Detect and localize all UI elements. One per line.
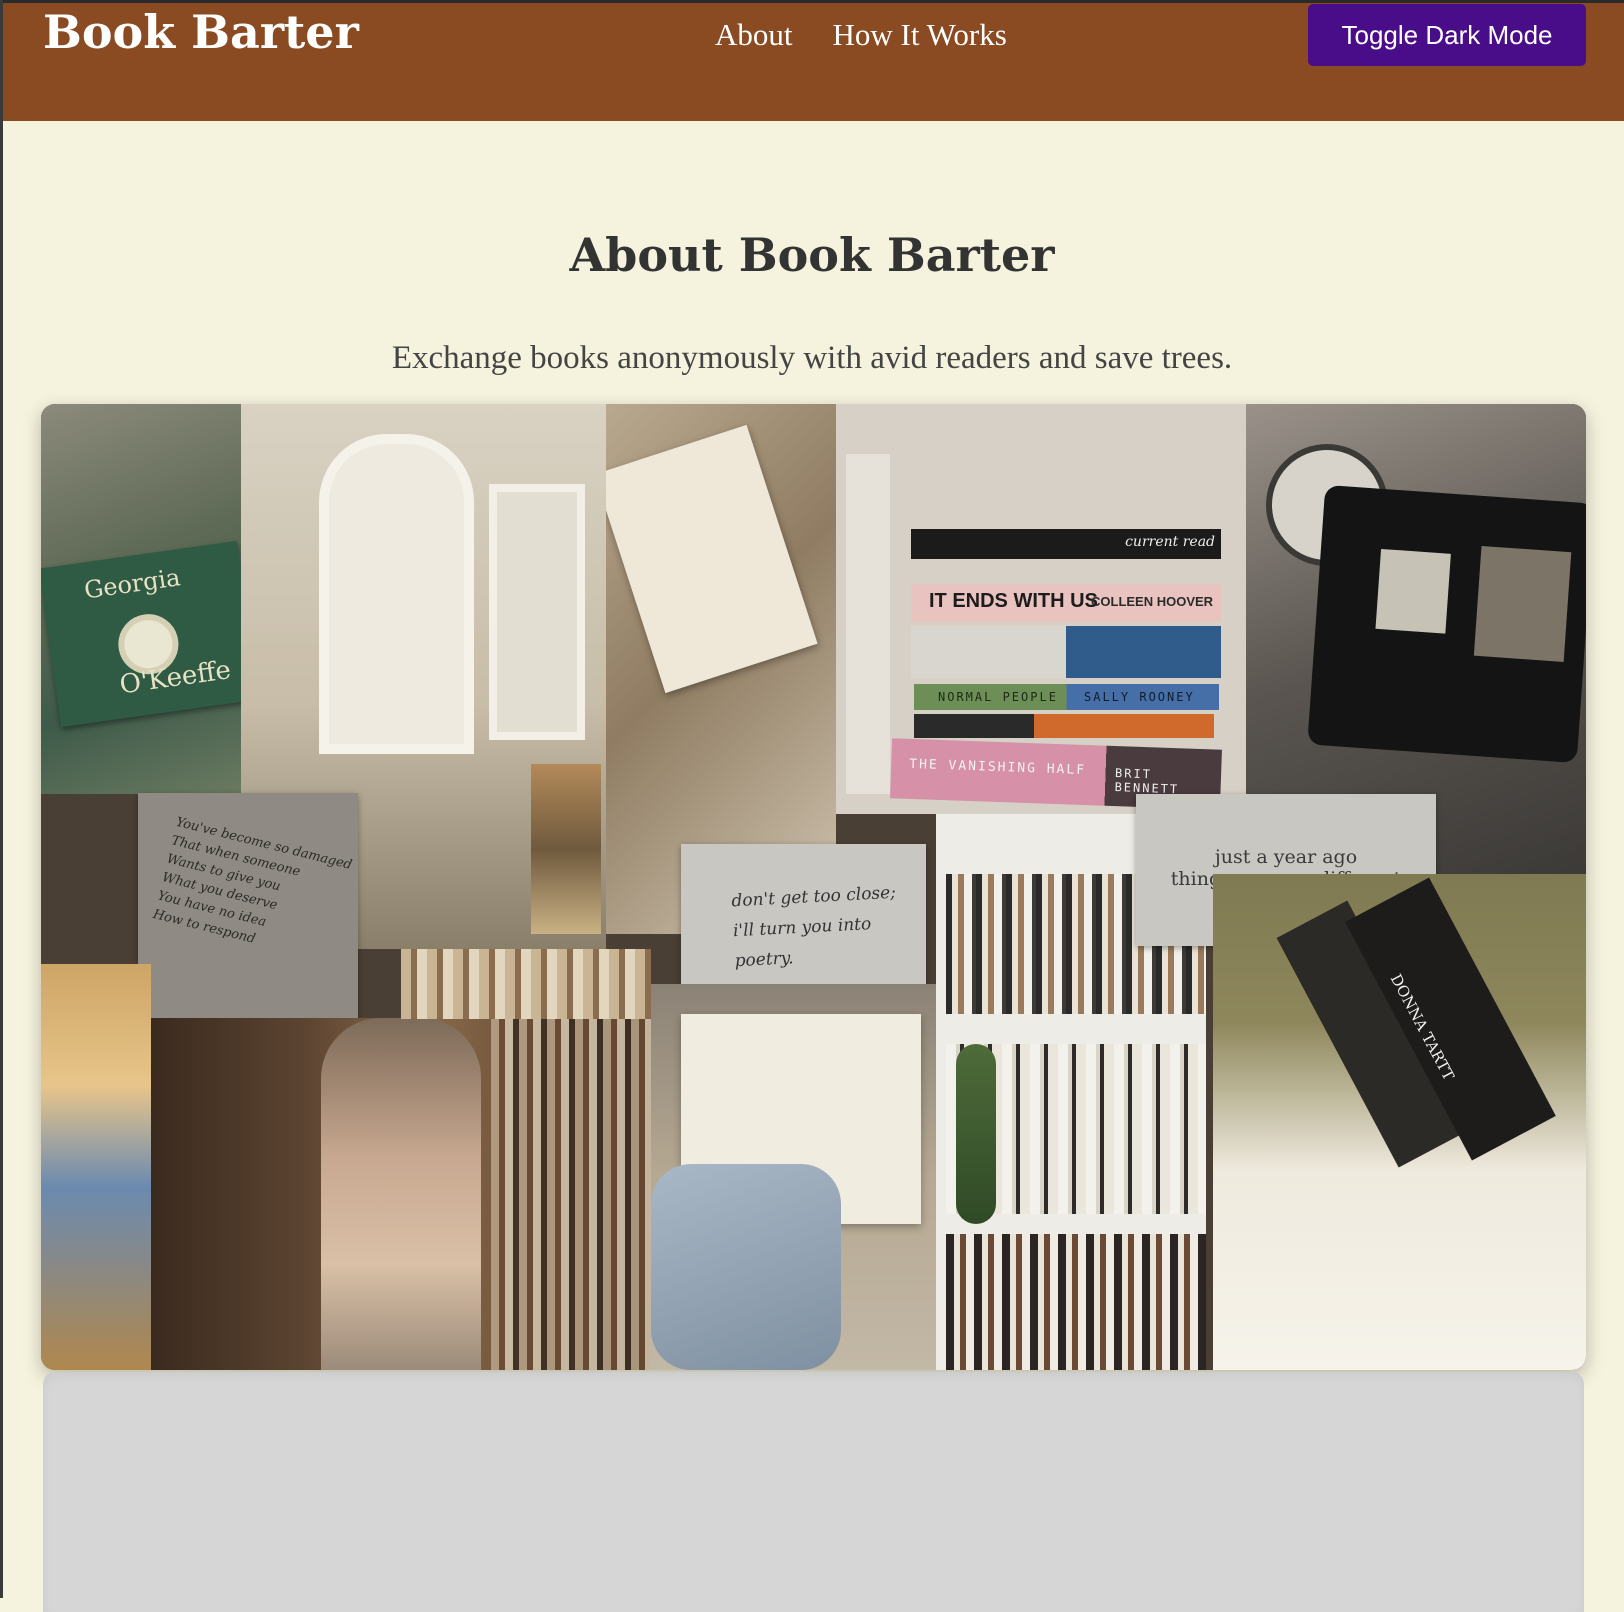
collage-art-books: Georgia O'Keeffe: [41, 404, 241, 794]
collage-secret-history-books: DONNA TARTT: [1213, 874, 1586, 1370]
collage-sunny-window: [41, 964, 151, 1370]
page-tagline: Exchange books anonymously with avid rea…: [391, 340, 1233, 376]
nav-link-how-it-works[interactable]: How It Works: [833, 17, 1007, 53]
nav-link-about[interactable]: About: [715, 17, 793, 53]
collage-shelf-center: [401, 949, 651, 1019]
page-title: About Book Barter: [569, 228, 1055, 282]
collage-book-stack: current read IT ENDS WITH US COLLEEN HOOV…: [836, 404, 1246, 814]
content-placeholder: [43, 1372, 1584, 1612]
main-nav: About How It Works: [715, 17, 1007, 53]
collage-quote-card-damaged: You've become so damaged That when someo…: [138, 793, 358, 1018]
toggle-dark-mode-button[interactable]: Toggle Dark Mode: [1308, 4, 1586, 66]
site-logo[interactable]: Book Barter: [43, 5, 359, 59]
collage-girl-bookshelf: [151, 1018, 651, 1370]
collage-open-book-jeans: [651, 984, 951, 1370]
site-header: Book Barter About How It Works Toggle Da…: [3, 3, 1624, 121]
hero-collage-image: Georgia O'Keeffe current read IT ENDS WI…: [41, 404, 1586, 1370]
book-title-georgia: Georgia: [82, 563, 182, 605]
